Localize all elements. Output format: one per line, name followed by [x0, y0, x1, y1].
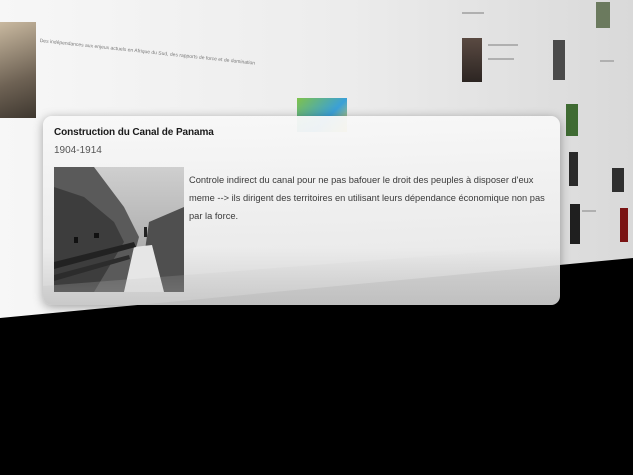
timeline-text-line — [488, 58, 514, 60]
canal-photo-illustration — [54, 167, 184, 292]
event-title: Construction du Canal de Panama — [54, 127, 214, 138]
timeline-thumbnail[interactable] — [553, 40, 565, 80]
timeline-text-line — [488, 44, 518, 46]
timeline-text-line — [462, 12, 484, 14]
timeline-thumbnail[interactable] — [596, 2, 610, 28]
timeline-text-line — [582, 210, 596, 212]
event-detail-card[interactable]: Construction du Canal de Panama 1904-191… — [43, 116, 560, 305]
timeline-thumbnail[interactable] — [612, 168, 624, 192]
timeline-thumbnail[interactable] — [569, 152, 578, 186]
event-date: 1904-1914 — [54, 145, 102, 156]
timeline-thumbnail[interactable] — [0, 22, 36, 118]
timeline-thumbnail[interactable] — [566, 104, 578, 136]
timeline-thumbnail[interactable] — [462, 38, 482, 82]
timeline-snippet-text: Des indépendances aux enjeux actuels en … — [39, 38, 256, 67]
timeline-thumbnail[interactable] — [620, 208, 628, 242]
timeline-thumbnail[interactable] — [570, 204, 580, 244]
timeline-text-line — [600, 60, 614, 62]
event-photo[interactable] — [54, 167, 184, 292]
event-description: Controle indirect du canal pour ne pas b… — [189, 175, 545, 221]
